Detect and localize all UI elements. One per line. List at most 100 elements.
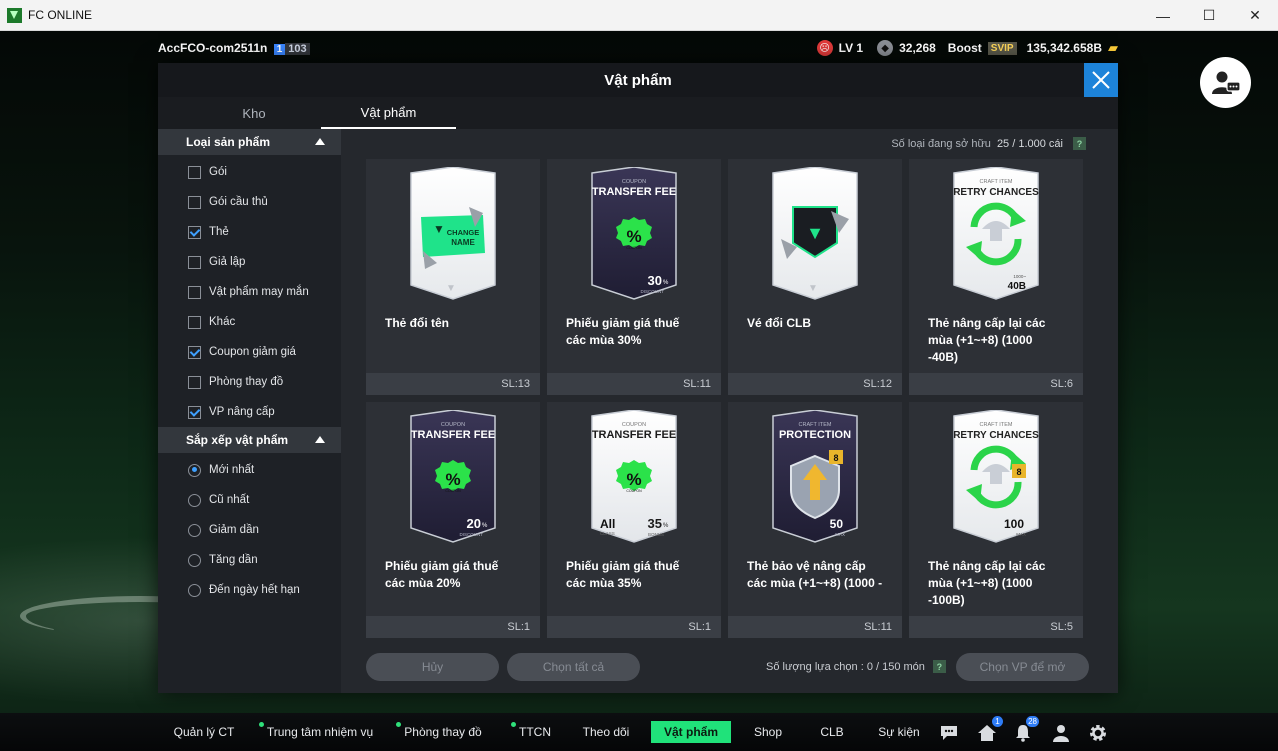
nav-item[interactable]: Vật phẩm	[651, 721, 731, 743]
radio-button[interactable]	[188, 493, 201, 507]
settings-button[interactable]	[1087, 722, 1109, 744]
art-sub-label: MAX	[835, 532, 845, 537]
chat-bubble-icon	[941, 726, 957, 740]
radio-button[interactable]	[188, 583, 201, 597]
home-button[interactable]: 1	[976, 716, 1003, 744]
radio-button[interactable]	[188, 553, 201, 567]
cancel-button[interactable]: Hủy	[366, 653, 499, 681]
new-dot-icon	[511, 722, 516, 727]
tab-vat-pham[interactable]: Vật phẩm	[321, 97, 456, 129]
item-name: Phiếu giảm giá thuế các mùa 20%	[385, 559, 499, 590]
art-value: 100	[1004, 517, 1024, 531]
filter-item[interactable]: Gói	[158, 157, 341, 187]
art-value: 50	[830, 517, 844, 531]
nav-label: CLB	[820, 725, 844, 739]
checkbox[interactable]	[188, 165, 201, 179]
nav-item[interactable]: Theo dõi	[574, 721, 638, 743]
art-value: 20	[467, 516, 481, 531]
maximize-button[interactable]: ☐	[1186, 0, 1232, 31]
owned-value: 25 / 1.000 cái	[996, 137, 1063, 150]
checkbox[interactable]	[188, 195, 201, 209]
items-content: Số loại đang sở hữu 25 / 1.000 cái ? CHA…	[341, 129, 1118, 693]
art-title: PROTECTION	[779, 429, 851, 441]
art-title: RETRY CHANCES	[953, 187, 1039, 198]
checkbox[interactable]	[188, 255, 201, 269]
filter-item[interactable]: Vật phẩm may mắn	[158, 277, 341, 307]
checkbox[interactable]	[188, 225, 201, 239]
filter-item[interactable]: VP nâng cấp	[158, 397, 341, 427]
checkbox[interactable]	[188, 345, 201, 359]
item-card[interactable]: ▼ ▼ Vé đổi CLB SL:12	[728, 159, 902, 395]
filter-label: Gói	[209, 166, 227, 178]
help-icon[interactable]: ?	[1073, 137, 1086, 150]
sort-item[interactable]: Tăng dần	[158, 545, 341, 575]
sort-item[interactable]: Đến ngày hết hạn	[158, 575, 341, 605]
item-card-art: ▼▼	[772, 167, 858, 300]
item-card[interactable]: COUPON TRANSFER FEE% COUPON 20% DISCOUNT Phiế…	[366, 402, 540, 638]
item-name: Phiếu giảm giá thuế các mùa 35%	[566, 559, 680, 590]
sort-section-header[interactable]: Sắp xếp vật phẩm	[158, 427, 341, 453]
open-items-button[interactable]: Chọn VP để mở	[956, 653, 1089, 681]
item-name: Thẻ đổi tên	[385, 316, 449, 330]
filter-label: Phòng thay đồ	[209, 376, 284, 388]
art-top-label: COUPON	[622, 422, 646, 428]
dialog-tabs: Kho Vật phẩm	[158, 97, 1118, 129]
nav-item[interactable]: TTCN	[503, 721, 559, 743]
filter-item[interactable]: Gói cầu thủ	[158, 187, 341, 217]
nav-label: Trung tâm nhiệm vụ	[266, 725, 374, 739]
chat-button[interactable]	[938, 722, 960, 744]
dialog-close-button[interactable]	[1084, 63, 1118, 97]
nav-item[interactable]: CLB	[811, 721, 853, 743]
filter-label: Coupon giảm giá	[209, 346, 296, 358]
nav-item[interactable]: Quản lý CT	[165, 721, 243, 743]
close-window-button[interactable]: ✕	[1232, 0, 1278, 31]
filter-item[interactable]: Coupon giảm giá	[158, 337, 341, 367]
tab-kho[interactable]: Kho	[184, 97, 324, 129]
filter-item[interactable]: Giả lập	[158, 247, 341, 277]
radio-button[interactable]	[188, 463, 201, 477]
checkbox[interactable]	[188, 315, 201, 329]
filter-item[interactable]: Thẻ	[158, 217, 341, 247]
new-dot-icon	[258, 722, 264, 727]
item-card[interactable]: COUPON TRANSFER FEE% COUPON 35% BONUS All CLAS…	[547, 402, 721, 638]
checkbox[interactable]	[188, 375, 201, 389]
checkbox[interactable]	[188, 285, 201, 299]
window-controls: — ☐ ✕	[1140, 0, 1278, 31]
sort-item[interactable]: Mới nhất	[158, 455, 341, 485]
profile-button[interactable]	[1050, 722, 1072, 744]
item-card[interactable]: CHANGE NAME ▼ ▼ Thẻ đổi tên SL:13	[366, 159, 540, 395]
minimize-button[interactable]: —	[1140, 0, 1186, 31]
item-card-art: CRAFT ITEM RETRY CHANCES 8 100MAX	[953, 410, 1039, 543]
item-card-art: CRAFT ITEM RETRY CHANCES 1000~ 40B	[953, 167, 1039, 300]
radio-button[interactable]	[188, 523, 201, 537]
item-card[interactable]: COUPON TRANSFER FEE% COUPON 30% DISCOUNT Phiế…	[547, 159, 721, 395]
select-all-button[interactable]: Chọn tất cả	[507, 653, 640, 681]
friends-chat-button[interactable]	[1200, 57, 1251, 108]
nav-item[interactable]: Sự kiện	[870, 721, 928, 743]
class-label: CLASS	[600, 531, 615, 536]
dialog-title: Vật phẩm	[604, 71, 672, 89]
art-title: TRANSFER FEE	[592, 186, 676, 198]
dialog-header: Vật phẩm	[158, 63, 1118, 97]
username-text: AccFCO-com2511n	[158, 41, 268, 55]
filter-item[interactable]: Phòng thay đồ	[158, 367, 341, 397]
item-card[interactable]: CRAFT ITEM PROTECTION 8 50 MAX Thẻ bảo vệ nân…	[728, 402, 902, 638]
filter-item[interactable]: Khác	[158, 307, 341, 337]
item-card-image: CRAFT ITEM RETRY CHANCES 1000~ 40B	[909, 159, 1083, 309]
checkbox[interactable]	[188, 405, 201, 419]
art-label: NAME	[451, 238, 475, 247]
sort-item[interactable]: Cũ nhất	[158, 485, 341, 515]
items-grid: CHANGE NAME ▼ ▼ Thẻ đổi tên SL:13 COUPON TRANSF…	[366, 159, 1087, 638]
notifications-button[interactable]: 28	[1012, 716, 1039, 744]
nav-item[interactable]: Phòng thay đồ	[394, 721, 484, 743]
nav-item[interactable]: Trung tâm nhiệm vụ	[258, 721, 374, 743]
item-card[interactable]: CRAFT ITEM RETRY CHANCES 1000~ 40B Thẻ nâng …	[909, 159, 1083, 395]
nav-item[interactable]: Shop	[747, 721, 789, 743]
item-quantity: SL:5	[909, 616, 1083, 638]
sort-item[interactable]: Giảm dần	[158, 515, 341, 545]
help-icon[interactable]: ?	[932, 660, 946, 673]
art-sub-label: 1000~	[1013, 274, 1026, 279]
rank-shield-icon: ◆	[877, 40, 894, 56]
item-card[interactable]: CRAFT ITEM RETRY CHANCES 8 100 MAX Thẻ nâng c…	[909, 402, 1083, 638]
filter-section-header[interactable]: Loại sản phẩm	[158, 129, 341, 155]
